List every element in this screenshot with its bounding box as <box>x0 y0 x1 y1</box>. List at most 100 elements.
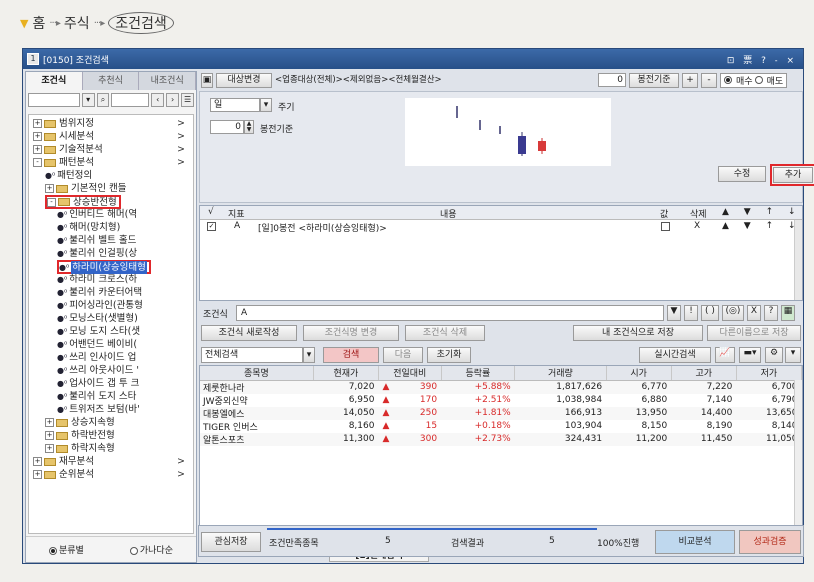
tree-item[interactable]: ●⁰ 어밴던드 베이비( <box>57 338 137 351</box>
plus-button[interactable]: + <box>682 72 698 88</box>
expand-icon[interactable]: + <box>33 470 42 479</box>
sort-by-category[interactable]: 분류별 <box>49 543 84 556</box>
table-row[interactable]: JW중외신약 6,950 ▲ 170 +2.51% 1,038,984 6,880 7,140… <box>200 394 802 407</box>
tree-item[interactable]: ●⁰ 해머(망치형) <box>57 221 120 234</box>
search-scope-select[interactable]: 전체검색 <box>201 347 303 363</box>
tree-item[interactable]: ●⁰ 불리쉬 도지 스타 <box>57 390 136 403</box>
tree-item[interactable]: ●⁰ 불리쉬 카운터어택 <box>57 286 142 299</box>
target-change-button[interactable]: 대상변경 <box>216 72 272 88</box>
grid-header-cell[interactable]: 고가 <box>671 366 737 381</box>
settings-icon[interactable]: ⚙ <box>765 347 783 363</box>
expand-icon[interactable]: + <box>33 119 42 128</box>
grid-header-cell[interactable]: 거래량 <box>514 366 607 381</box>
tree-item[interactable]: - 상승반전형 <box>45 195 121 209</box>
scrollbar[interactable] <box>794 220 802 300</box>
expand-icon[interactable]: + <box>45 418 54 427</box>
spinner-icon[interactable]: ▲ ▼ <box>244 120 254 134</box>
tree-item[interactable]: - 패턴분석 > <box>33 156 185 169</box>
period-select[interactable]: 일 <box>210 98 260 112</box>
bong-input[interactable]: 0 <box>598 73 626 87</box>
expr-tool-dropdown[interactable]: ▼ <box>667 305 681 321</box>
expand-icon[interactable]: + <box>45 444 54 453</box>
tree-item[interactable]: + 시세분석 > <box>33 130 185 143</box>
delete-condition-button[interactable]: 조건식 삭제 <box>405 325 485 341</box>
expand-icon[interactable]: + <box>45 431 54 440</box>
search-field-2[interactable] <box>111 93 150 107</box>
offset-input[interactable]: 0 <box>210 120 244 134</box>
reset-button[interactable]: 초기화 <box>427 347 471 363</box>
breadcrumb-home[interactable]: 홈 <box>32 13 45 33</box>
tab-conditions[interactable]: 조건식 <box>26 72 83 90</box>
grid-header-cell[interactable]: 종목명 <box>200 366 314 381</box>
bong-basis-button[interactable]: 봉전기준 <box>629 72 679 88</box>
realtime-search-button[interactable]: 실시간검색 <box>639 347 711 363</box>
tab-recommended[interactable]: 추천식 <box>82 72 140 90</box>
table-row[interactable]: TIGER 인버스 8,160 ▲ 15 +0.18% 103,904 8,150 8,190… <box>200 420 802 433</box>
tree-item[interactable]: ●⁰ 불리쉬 벨트 홀드 <box>57 234 136 247</box>
tree-item[interactable]: ●⁰ 패턴정의 <box>45 169 92 182</box>
expr-tool-not[interactable]: ! <box>684 305 698 321</box>
delete-icon[interactable]: X <box>694 221 700 231</box>
grid-header-cell[interactable]: 등락률 <box>441 366 516 381</box>
window-controls[interactable]: ⊡ 票 ? ˗ × <box>727 53 797 66</box>
grid-header-cell[interactable]: 현재가 <box>313 366 379 381</box>
menu-dropdown-icon[interactable]: ▬▾ <box>739 347 761 363</box>
grid-header-cell[interactable]: 시가 <box>606 366 672 381</box>
search-input[interactable] <box>28 93 80 107</box>
expand-icon[interactable]: + <box>33 145 42 154</box>
save-my-condition-button[interactable]: 내 조건식으로 저장 <box>573 325 703 341</box>
sort-alphabetical[interactable]: 가나다순 <box>129 543 173 556</box>
tree-item[interactable]: + 순위분석 > <box>33 468 185 481</box>
dropdown-arrow-icon[interactable]: ▾ <box>303 347 315 363</box>
tree-item[interactable]: ●⁰ 불리쉬 인걸핑(상 <box>57 247 137 260</box>
tree-item[interactable]: + 범위지정 > <box>33 117 185 130</box>
table-row[interactable]: 대봉엘에스 14,050 ▲ 250 +1.81% 166,913 13,950 14,400… <box>200 406 802 420</box>
list-icon[interactable]: ☰ <box>181 93 194 107</box>
next-button[interactable]: 다음 <box>383 347 423 363</box>
tree-item[interactable]: + 상승지속형 <box>45 416 115 429</box>
tree-item[interactable]: + 기본적인 캔들 <box>45 182 126 195</box>
tree-item[interactable]: ●⁰ 피어싱라인(관통형 <box>57 299 143 312</box>
next-icon[interactable]: › <box>166 93 180 107</box>
minus-button[interactable]: - <box>701 72 717 88</box>
prev-icon[interactable]: ‹ <box>151 93 165 107</box>
sell-radio[interactable] <box>754 76 763 84</box>
tree-item[interactable]: + 하락지속형 <box>45 442 115 455</box>
expand-icon[interactable]: + <box>33 457 42 466</box>
table-row[interactable]: 알톤스포츠 11,300 ▲ 300 +2.73% 324,431 11,200 11,450… <box>200 432 802 446</box>
save-interest-button[interactable]: 관심저장 <box>201 532 261 552</box>
performance-button[interactable]: 성과검증 <box>739 530 801 554</box>
tree-item[interactable]: ●⁰ 모닝 도지 스타(샛 <box>57 325 140 338</box>
add-button[interactable]: 추가 <box>773 167 813 183</box>
breadcrumb-stock[interactable]: 주식 <box>64 13 90 33</box>
value-checkbox[interactable] <box>661 222 670 231</box>
tree-item[interactable]: ●⁰ 쓰리 인사이드 업 <box>57 351 136 364</box>
grid-header-cell[interactable]: 저가 <box>736 366 803 381</box>
compare-button[interactable]: 비교분석 <box>655 530 735 554</box>
expr-tool-clear[interactable]: X <box>747 305 761 321</box>
expression-input[interactable]: A <box>236 305 664 321</box>
condition-row[interactable]: ✓ A [일]0봉전 <하라미(상승잉태형)> X ▲ ▼ ↑ ↓ <box>200 220 802 234</box>
grid-header-cell[interactable]: 전일대비 <box>378 366 442 381</box>
row-arrows[interactable]: ▲ ▼ ↑ ↓ <box>722 221 802 231</box>
title-bar[interactable]: 1 [0150] 조건검색 ⊡ 票 ? ˗ × <box>23 49 803 69</box>
tree-item[interactable]: + 하락반전형 <box>45 429 115 442</box>
rename-condition-button[interactable]: 조건식명 변경 <box>303 325 399 341</box>
tab-my-conditions[interactable]: 내조건식 <box>139 72 197 90</box>
dropdown-arrow-icon[interactable]: ▾ <box>785 347 801 363</box>
collapse-icon[interactable]: - <box>33 158 42 167</box>
expand-icon[interactable]: + <box>33 132 42 141</box>
search-icon[interactable]: ⌕ <box>96 93 110 107</box>
collapse-icon[interactable]: - <box>47 197 56 207</box>
expr-tool-paren[interactable]: ( ) <box>701 305 719 321</box>
dropdown-arrow-icon[interactable]: ▾ <box>81 93 95 107</box>
chart-icon[interactable]: 📈 <box>715 347 735 363</box>
dropdown-arrow-icon[interactable]: ▾ <box>260 98 272 112</box>
tree-item[interactable]: ●⁰ 트위저즈 보텀(바' <box>57 403 140 416</box>
tree-item[interactable]: ●⁰ 쓰리 아웃사이드 ' <box>57 364 139 377</box>
menu-icon[interactable]: ▣ <box>201 72 213 88</box>
scrollbar[interactable] <box>794 380 802 544</box>
checkbox[interactable]: ✓ <box>207 222 216 231</box>
tree-item[interactable]: ●⁰ 모닝스타(샛별형) <box>57 312 138 325</box>
table-row[interactable]: 제룻한나라 7,020 ▲ 390 +5.88% 1,817,626 6,770 7,220 6… <box>200 380 802 394</box>
